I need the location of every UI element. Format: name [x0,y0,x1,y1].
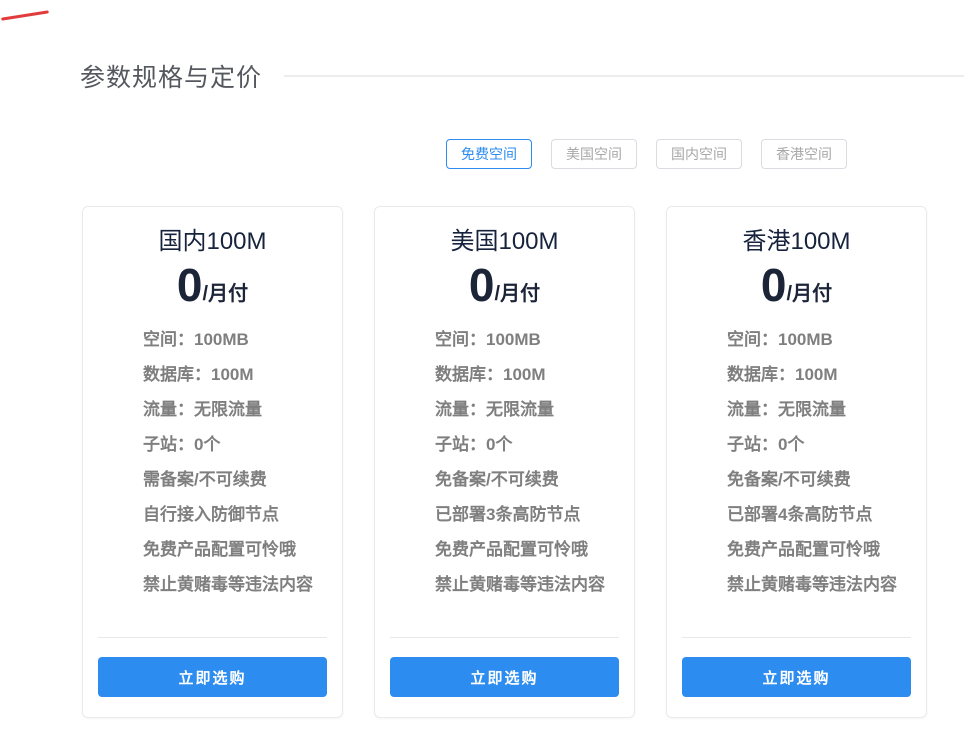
card-price: 0 /月付 [83,262,342,308]
spec-list: 空间：100MB 数据库：100M 流量：无限流量 子站：0个 免备案/不可续费… [375,322,634,602]
pricing-cards: 国内100M 0 /月付 空间：100MB 数据库：100M 流量：无限流量 子… [0,206,964,718]
spec-item: 禁止黄赌毒等违法内容 [435,567,634,602]
spec-item: 禁止黄赌毒等违法内容 [143,567,342,602]
spec-item: 已部署4条高防节点 [727,497,926,532]
price-unit: /月付 [203,277,249,308]
spec-item: 禁止黄赌毒等违法内容 [727,567,926,602]
spec-item: 子站：0个 [435,427,634,462]
pricing-card-us: 美国100M 0 /月付 空间：100MB 数据库：100M 流量：无限流量 子… [374,206,635,718]
spec-item: 免备案/不可续费 [435,462,634,497]
space-type-tabs: 免费空间 美国空间 国内空间 香港空间 [0,139,964,169]
pricing-card-hongkong: 香港100M 0 /月付 空间：100MB 数据库：100M 流量：无限流量 子… [666,206,927,718]
spec-list: 空间：100MB 数据库：100M 流量：无限流量 子站：0个 需备案/不可续费… [83,322,342,602]
spec-item: 数据库：100M [143,357,342,392]
spec-item: 子站：0个 [727,427,926,462]
price-number: 0 [469,262,495,308]
card-divider [98,637,327,638]
tab-hongkong-space[interactable]: 香港空间 [761,139,847,169]
header-rule [284,75,964,77]
spec-item: 免备案/不可续费 [727,462,926,497]
spec-item: 流量：无限流量 [727,392,926,427]
tab-china-space[interactable]: 国内空间 [656,139,742,169]
section-header: 参数规格与定价 [0,58,964,94]
price-number: 0 [761,262,787,308]
page-title: 参数规格与定价 [80,58,262,94]
buy-now-button[interactable]: 立即选购 [98,657,327,697]
spec-item: 数据库：100M [435,357,634,392]
tab-free-space[interactable]: 免费空间 [446,139,532,169]
spec-item: 空间：100MB [727,322,926,357]
tab-us-space[interactable]: 美国空间 [551,139,637,169]
spec-item: 自行接入防御节点 [143,497,342,532]
price-unit: /月付 [495,277,541,308]
price-unit: /月付 [787,277,833,308]
spec-list: 空间：100MB 数据库：100M 流量：无限流量 子站：0个 免备案/不可续费… [667,322,926,602]
spec-item: 已部署3条高防节点 [435,497,634,532]
pricing-card-china: 国内100M 0 /月付 空间：100MB 数据库：100M 流量：无限流量 子… [82,206,343,718]
card-divider [682,637,911,638]
card-price: 0 /月付 [667,262,926,308]
spec-item: 免费产品配置可怜哦 [143,532,342,567]
card-title: 香港100M [667,221,926,256]
spec-item: 空间：100MB [143,322,342,357]
spec-item: 免费产品配置可怜哦 [435,532,634,567]
spec-item: 免费产品配置可怜哦 [727,532,926,567]
buy-now-button[interactable]: 立即选购 [390,657,619,697]
card-divider [390,637,619,638]
spec-item: 需备案/不可续费 [143,462,342,497]
card-price: 0 /月付 [375,262,634,308]
pricing-page: 参数规格与定价 免费空间 美国空间 国内空间 香港空间 国内100M 0 /月付… [0,0,964,736]
spec-item: 子站：0个 [143,427,342,462]
spec-item: 数据库：100M [727,357,926,392]
card-title: 美国100M [375,221,634,256]
price-number: 0 [177,262,203,308]
buy-now-button[interactable]: 立即选购 [682,657,911,697]
spec-item: 流量：无限流量 [143,392,342,427]
spec-item: 空间：100MB [435,322,634,357]
card-title: 国内100M [83,221,342,256]
red-slash-decoration [1,10,49,20]
spec-item: 流量：无限流量 [435,392,634,427]
